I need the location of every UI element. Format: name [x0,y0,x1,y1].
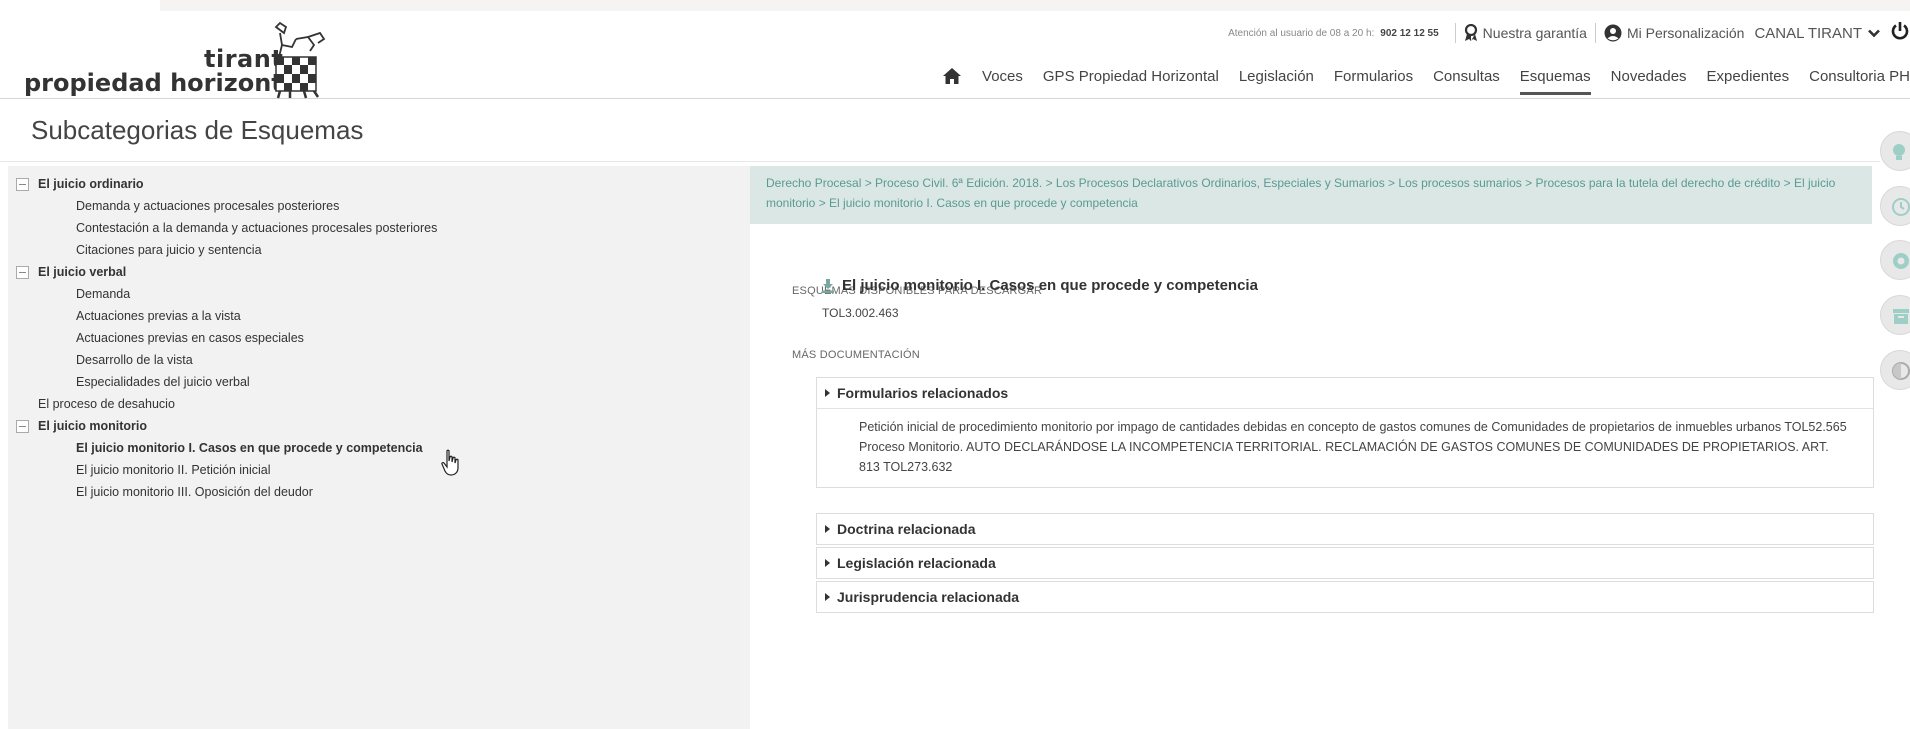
tree-item[interactable]: Demanda y actuaciones procesales posteri… [76,195,339,217]
tree-item[interactable]: Contestación a la demanda y actuaciones … [76,217,437,239]
support-phone: 902 12 12 55 [1380,27,1439,39]
tree-item[interactable]: Citaciones para juicio y sentencia [76,239,262,261]
nav-formularios[interactable]: Formularios [1334,63,1413,95]
category-tree: El juicio ordinario Demanda y actuacione… [8,166,750,729]
caret-right-icon [825,593,830,601]
page-title: Subcategorias de Esquemas [31,115,364,145]
lightbulb-icon [1893,144,1905,160]
accordion-jurisprudencia: Jurisprudencia relacionada [816,581,1874,613]
archive-button[interactable] [1880,295,1910,335]
user-circle-icon [1604,24,1622,42]
accordion-title: Formularios relacionados [837,385,1009,401]
more-docs-section-label: MÁS DOCUMENTACIÓN [792,349,920,361]
accordion-legislacion: Legislación relacionada [816,547,1874,579]
tree-group-juicio-ordinario[interactable]: El juicio ordinario [38,173,144,195]
accordion-title: Jurisprudencia relacionada [837,589,1020,605]
knight-logo-icon [274,21,326,99]
tree-group-proceso-desahucio[interactable]: El proceso de desahucio [38,393,175,415]
award-icon [1464,24,1477,41]
accordion-title: Doctrina relacionada [837,521,976,537]
nav-gps-propiedad-horizontal[interactable]: GPS Propiedad Horizontal [1043,63,1219,95]
collapse-toggle-icon[interactable] [16,420,29,433]
tree-item[interactable]: El juicio monitorio III. Oposición del d… [76,481,313,503]
nav-novedades[interactable]: Novedades [1611,63,1687,95]
accordion-doctrina: Doctrina relacionada [816,513,1874,545]
collapse-toggle-icon[interactable] [16,178,29,191]
related-form-link[interactable]: Petición inicial de procedimiento monito… [859,417,1851,437]
collapse-toggle-icon[interactable] [16,266,29,279]
nav-voces[interactable]: Voces [982,63,1023,95]
accordion-header-formularios[interactable]: Formularios relacionados [817,378,1873,408]
tips-button[interactable] [1880,131,1910,171]
chevron-down-icon [1868,29,1880,37]
breadcrumb[interactable]: Derecho Procesal > Proceso Civil. 6ª Edi… [750,166,1872,224]
caret-right-icon [825,525,830,533]
accordion-title: Legislación relacionada [837,555,996,571]
download-schema-link[interactable]: El juicio monitorio I. Casos en que proc… [822,277,1258,294]
nav-esquemas[interactable]: Esquemas [1519,63,1591,95]
archive-icon [1893,309,1909,324]
tree-item[interactable]: Desarrollo de la vista [76,349,193,371]
accordion-body-formularios: Petición inicial de procedimiento monito… [817,408,1873,487]
top-strip [160,0,1910,11]
caret-right-icon [825,559,830,567]
hand-cursor-icon [441,449,459,476]
nav-expedientes[interactable]: Expedientes [1707,63,1790,95]
tree-item[interactable]: Actuaciones previas en casos especiales [76,327,304,349]
divider [1454,23,1456,43]
tree-item[interactable]: Demanda [76,283,130,305]
tree-item[interactable]: Actuaciones previas a la vista [76,305,241,327]
main-nav: Voces GPS Propiedad Horizontal Legislaci… [942,63,1910,95]
contrast-icon [1892,362,1910,380]
help-button[interactable] [1880,240,1910,280]
canal-tirant-dropdown[interactable]: CANAL TIRANT [1754,25,1880,42]
schema-reference: TOL3.002.463 [822,306,899,320]
power-icon[interactable] [1890,21,1910,46]
history-button[interactable] [1880,186,1910,226]
divider [1594,23,1596,43]
personalization-link[interactable]: Mi Personalización [1604,24,1745,42]
accordion-header-doctrina[interactable]: Doctrina relacionada [817,514,1873,544]
accordion-header-jurisprudencia[interactable]: Jurisprudencia relacionada [817,582,1873,612]
nav-consultoria-ph[interactable]: Consultoria PH [1809,63,1910,95]
tree-item-selected[interactable]: El juicio monitorio I. Casos en que proc… [76,437,423,459]
contrast-button[interactable] [1880,350,1910,390]
nav-consultas[interactable]: Consultas [1433,63,1500,95]
clock-icon [1892,198,1910,216]
support-hours-text: Atención al usuario de 08 a 20 h: [1228,27,1375,39]
tree-item[interactable]: Especialidades del juicio verbal [76,371,250,393]
guarantee-label: Nuestra garantía [1482,25,1587,41]
guarantee-link[interactable]: Nuestra garantía [1464,24,1587,42]
utility-bar: Atención al usuario de 08 a 20 h: 902 12… [1228,21,1910,45]
canal-label: CANAL TIRANT [1754,24,1862,42]
nav-legislacion[interactable]: Legislación [1239,63,1314,95]
personalization-label: Mi Personalización [1626,25,1745,41]
tree-group-juicio-verbal[interactable]: El juicio verbal [38,261,126,283]
download-title: El juicio monitorio I. Casos en que proc… [842,277,1258,294]
caret-right-icon [825,389,830,397]
related-form-link[interactable]: Proceso Monitorio. AUTO DECLARÁNDOSE LA … [859,437,1851,477]
lifebuoy-icon [1893,253,1909,269]
title-divider [0,161,1880,162]
site-logo[interactable]: tirant propiedad horizontal [24,17,334,99]
download-icon [822,278,834,293]
home-icon[interactable] [942,67,962,90]
tree-item[interactable]: El juicio monitorio II. Petición inicial [76,459,271,481]
tree-group-juicio-monitorio[interactable]: El juicio monitorio [38,415,147,437]
accordion-header-legislacion[interactable]: Legislación relacionada [817,548,1873,578]
site-header: tirant propiedad horizontal Atención al … [0,11,1910,99]
accordion-formularios: Formularios relacionados Petición inicia… [816,377,1874,488]
